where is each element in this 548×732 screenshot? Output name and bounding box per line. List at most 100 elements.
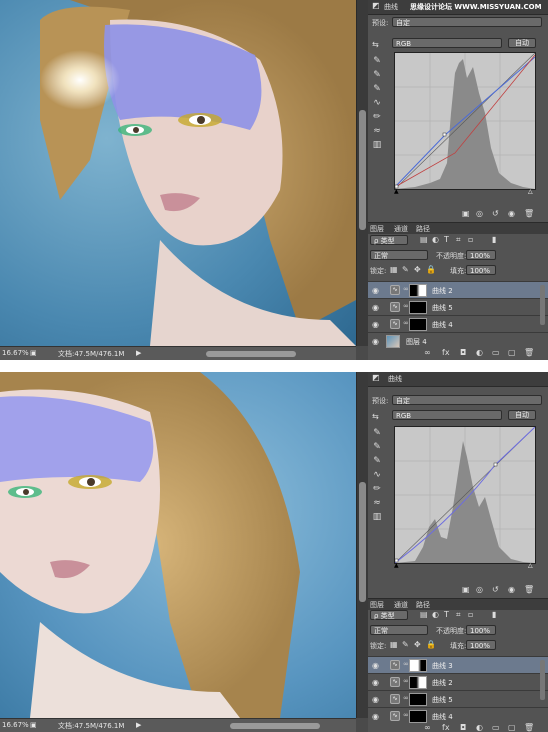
curves-adjust-icon[interactable]: ◩ [372, 373, 380, 382]
tab-layers[interactable]: 图层 [370, 224, 384, 234]
layer-mask-thumbnail[interactable] [409, 318, 427, 331]
eye-icon[interactable]: ◉ [372, 337, 379, 346]
view-previous-icon[interactable]: ◎ [476, 585, 483, 594]
opacity-field[interactable]: 100% [466, 625, 496, 635]
smooth-icon[interactable]: ≈ [370, 498, 384, 512]
eye-icon[interactable]: ◉ [372, 695, 379, 704]
status-menu-arrow-icon[interactable]: ▶ [136, 721, 141, 729]
delete-layer-icon[interactable]: 🗑 [524, 723, 534, 732]
lock-all-icon[interactable]: 🔒 [426, 265, 436, 274]
filter-toggle-icon[interactable]: ▮ [492, 610, 496, 619]
tab-channels[interactable]: 通道 [394, 600, 408, 610]
tab-paths[interactable]: 路径 [416, 600, 430, 610]
eyedropper-icon[interactable]: ✎ [370, 428, 384, 442]
filter-pixel-icon[interactable]: ▤ [420, 610, 428, 619]
reset-icon[interactable]: ↺ [492, 209, 499, 218]
zoom-level[interactable]: 16.67% [2, 721, 29, 729]
scrollbar-thumb[interactable] [359, 110, 366, 230]
tab-paths[interactable]: 路径 [416, 224, 430, 234]
delete-layer-icon[interactable]: 🗑 [524, 348, 534, 357]
pencil-icon[interactable]: ✏ [370, 112, 384, 126]
layer-thumbnail[interactable] [386, 335, 400, 348]
visibility-icon[interactable]: ◉ [508, 585, 515, 594]
fx-icon[interactable]: fx [442, 348, 450, 357]
reset-icon[interactable]: ↺ [492, 585, 499, 594]
layer-row[interactable]: ◉ ∿ ∞ 曲线 2 [368, 673, 548, 691]
layer-mask-thumbnail[interactable] [409, 301, 427, 314]
filter-pixel-icon[interactable]: ▤ [420, 235, 428, 244]
curves-graph[interactable] [394, 52, 536, 190]
layer-mask-thumbnail[interactable] [409, 676, 427, 689]
adjustment-layer-icon[interactable]: ◐ [476, 348, 483, 357]
horizontal-scrollbar-thumb[interactable] [230, 723, 320, 729]
filter-type-icon[interactable]: T [444, 610, 449, 619]
black-point-slider-icon[interactable]: ▲ [394, 562, 399, 569]
filter-type-icon[interactable]: T [444, 235, 449, 244]
preset-dropdown[interactable]: 自定 [392, 17, 542, 27]
layer-row[interactable]: ◉ ∿ ∞ 曲线 3 [368, 656, 548, 674]
lock-position-icon[interactable]: ✥ [414, 265, 421, 274]
group-icon[interactable]: ▭ [492, 723, 500, 732]
tab-channels[interactable]: 通道 [394, 224, 408, 234]
layer-mask-thumbnail[interactable] [409, 659, 427, 672]
fill-field[interactable]: 100% [466, 640, 496, 650]
lock-position-icon[interactable]: ✥ [414, 640, 421, 649]
tab-layers[interactable]: 图层 [370, 600, 384, 610]
properties-tab[interactable]: 曲线 [388, 374, 402, 384]
filter-adjust-icon[interactable]: ◐ [432, 610, 439, 619]
link-layers-icon[interactable]: ∞ [424, 348, 431, 357]
black-point-slider-icon[interactable]: ▲ [394, 188, 399, 195]
filter-shape-icon[interactable]: ⌗ [456, 610, 461, 620]
blend-mode-dropdown[interactable]: 正常 [370, 250, 428, 260]
layers-scrollbar[interactable] [540, 660, 545, 700]
delete-icon[interactable]: 🗑 [524, 585, 534, 594]
visibility-icon[interactable]: ◉ [508, 209, 515, 218]
layer-name[interactable]: 曲线 2 [432, 286, 453, 296]
eyedropper-gray-icon[interactable]: ✎ [370, 456, 384, 470]
new-layer-icon[interactable]: ▢ [508, 723, 516, 732]
clip-icon[interactable]: ▥ [370, 140, 384, 154]
view-previous-icon[interactable]: ◎ [476, 209, 483, 218]
zoom-level[interactable]: 16.67% [2, 349, 29, 357]
fill-field[interactable]: 100% [466, 265, 496, 275]
curve-edit-icon[interactable]: ∿ [370, 98, 384, 112]
status-icon[interactable]: ▣ [30, 721, 37, 729]
eye-icon[interactable]: ◉ [372, 661, 379, 670]
eye-icon[interactable]: ◉ [372, 320, 379, 329]
layer-row[interactable]: ◉ ∿ ∞ 曲线 5 [368, 690, 548, 708]
add-mask-icon[interactable]: ◘ [460, 723, 466, 732]
curves-graph[interactable] [394, 426, 536, 564]
white-point-slider-icon[interactable]: △ [528, 562, 533, 569]
eyedropper-icon[interactable]: ✎ [370, 56, 384, 70]
layer-mask-thumbnail[interactable] [409, 693, 427, 706]
lock-transparent-icon[interactable]: ▦ [390, 265, 398, 274]
blend-mode-dropdown[interactable]: 正常 [370, 625, 428, 635]
filter-adjust-icon[interactable]: ◐ [432, 235, 439, 244]
new-layer-icon[interactable]: ▢ [508, 348, 516, 357]
link-layers-icon[interactable]: ∞ [424, 723, 431, 732]
horizontal-scrollbar-thumb[interactable] [206, 351, 296, 357]
add-mask-icon[interactable]: ◘ [460, 348, 466, 357]
layer-row[interactable]: ◉ ∿ ∞ 曲线 2 [368, 281, 548, 299]
layer-mask-thumbnail[interactable] [409, 284, 427, 297]
status-menu-arrow-icon[interactable]: ▶ [136, 349, 141, 357]
layer-name[interactable]: 曲线 5 [432, 695, 453, 705]
layer-name[interactable]: 曲线 2 [432, 678, 453, 688]
white-point-slider-icon[interactable]: △ [528, 188, 533, 195]
lock-transparent-icon[interactable]: ▦ [390, 640, 398, 649]
filter-toggle-icon[interactable]: ▮ [492, 235, 496, 244]
properties-tab[interactable]: 曲线 [384, 2, 398, 12]
status-icon[interactable]: ▣ [30, 349, 37, 357]
target-adjust-icon[interactable]: ⇆ [372, 412, 379, 421]
layer-mask-thumbnail[interactable] [409, 710, 427, 723]
clip-to-layer-icon[interactable]: ▣ [462, 585, 470, 594]
channel-dropdown[interactable]: RGB [392, 410, 502, 420]
filter-smart-icon[interactable]: ▫ [468, 610, 473, 619]
lock-all-icon[interactable]: 🔒 [426, 640, 436, 649]
layer-name[interactable]: 图层 4 [406, 337, 427, 347]
clip-icon[interactable]: ▥ [370, 512, 384, 526]
adjustment-layer-icon[interactable]: ◐ [476, 723, 483, 732]
pencil-icon[interactable]: ✏ [370, 484, 384, 498]
curve-edit-icon[interactable]: ∿ [370, 470, 384, 484]
layer-name[interactable]: 曲线 4 [432, 320, 453, 330]
